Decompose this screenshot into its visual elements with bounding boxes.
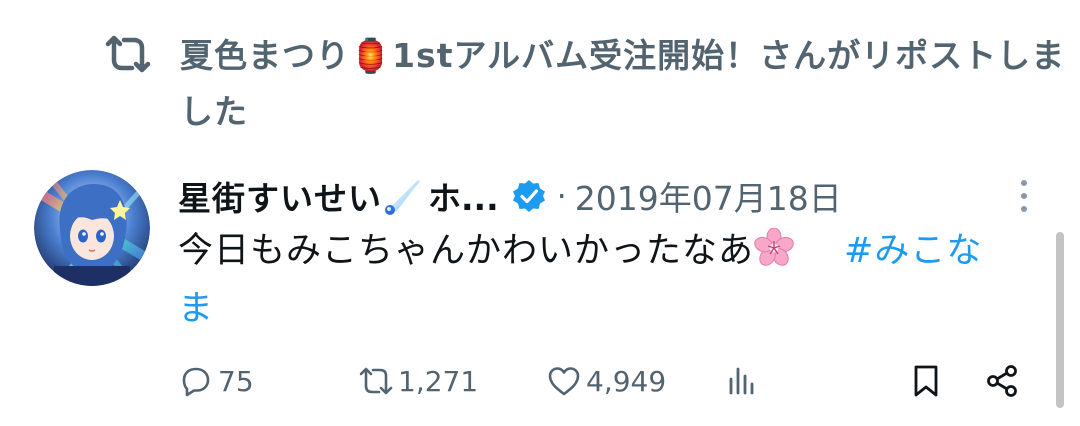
like-button[interactable]: 4,949 [546,356,666,406]
share-button[interactable] [984,356,1020,406]
author-display-name[interactable]: 星街すいせい [178,172,382,220]
comet-icon [385,178,422,215]
more-options-icon[interactable] [1012,176,1036,216]
repost-button[interactable]: 1,271 [358,356,478,406]
avatar-image [34,170,150,286]
author-name-suffix[interactable]: ホ... [428,172,499,220]
cherry-blossom-icon [754,228,794,266]
header-separator: · [556,177,567,215]
reply-button[interactable]: 75 [178,356,254,406]
repost-icon [359,367,393,395]
repost-icon [105,35,151,73]
tweet-text: 今日もみこちゃんかわいかったなあ [178,231,755,271]
heart-icon [548,367,580,396]
analytics-icon [729,367,754,395]
tweet-actions: 75 1,271 4,949 [174,356,1034,406]
verified-badge-icon [512,180,545,212]
repost-banner[interactable]: 夏色まつり🏮1stアルバム受注開始！さんがリポストしました [104,28,1064,138]
tweet-body: 今日もみこちゃんかわいかったなあ #みこなま [178,222,998,338]
repost-count: 1,271 [398,364,479,398]
bookmark-button[interactable] [908,356,944,406]
bookmark-icon [914,365,938,397]
scrollbar[interactable] [1056,232,1064,408]
like-count: 4,949 [586,364,667,398]
tweet-date[interactable]: 2019年07月18日 [575,172,842,220]
reply-icon [182,367,210,397]
avatar[interactable] [34,170,150,286]
tweet-header: 星街すいせい ホ... · 2019年07月18日 [178,172,842,220]
share-icon [987,365,1017,397]
repost-banner-text: 夏色まつり🏮1stアルバム受注開始！さんがリポストしました [180,36,1066,131]
views-button[interactable] [724,356,760,406]
reply-count: 75 [218,364,254,398]
